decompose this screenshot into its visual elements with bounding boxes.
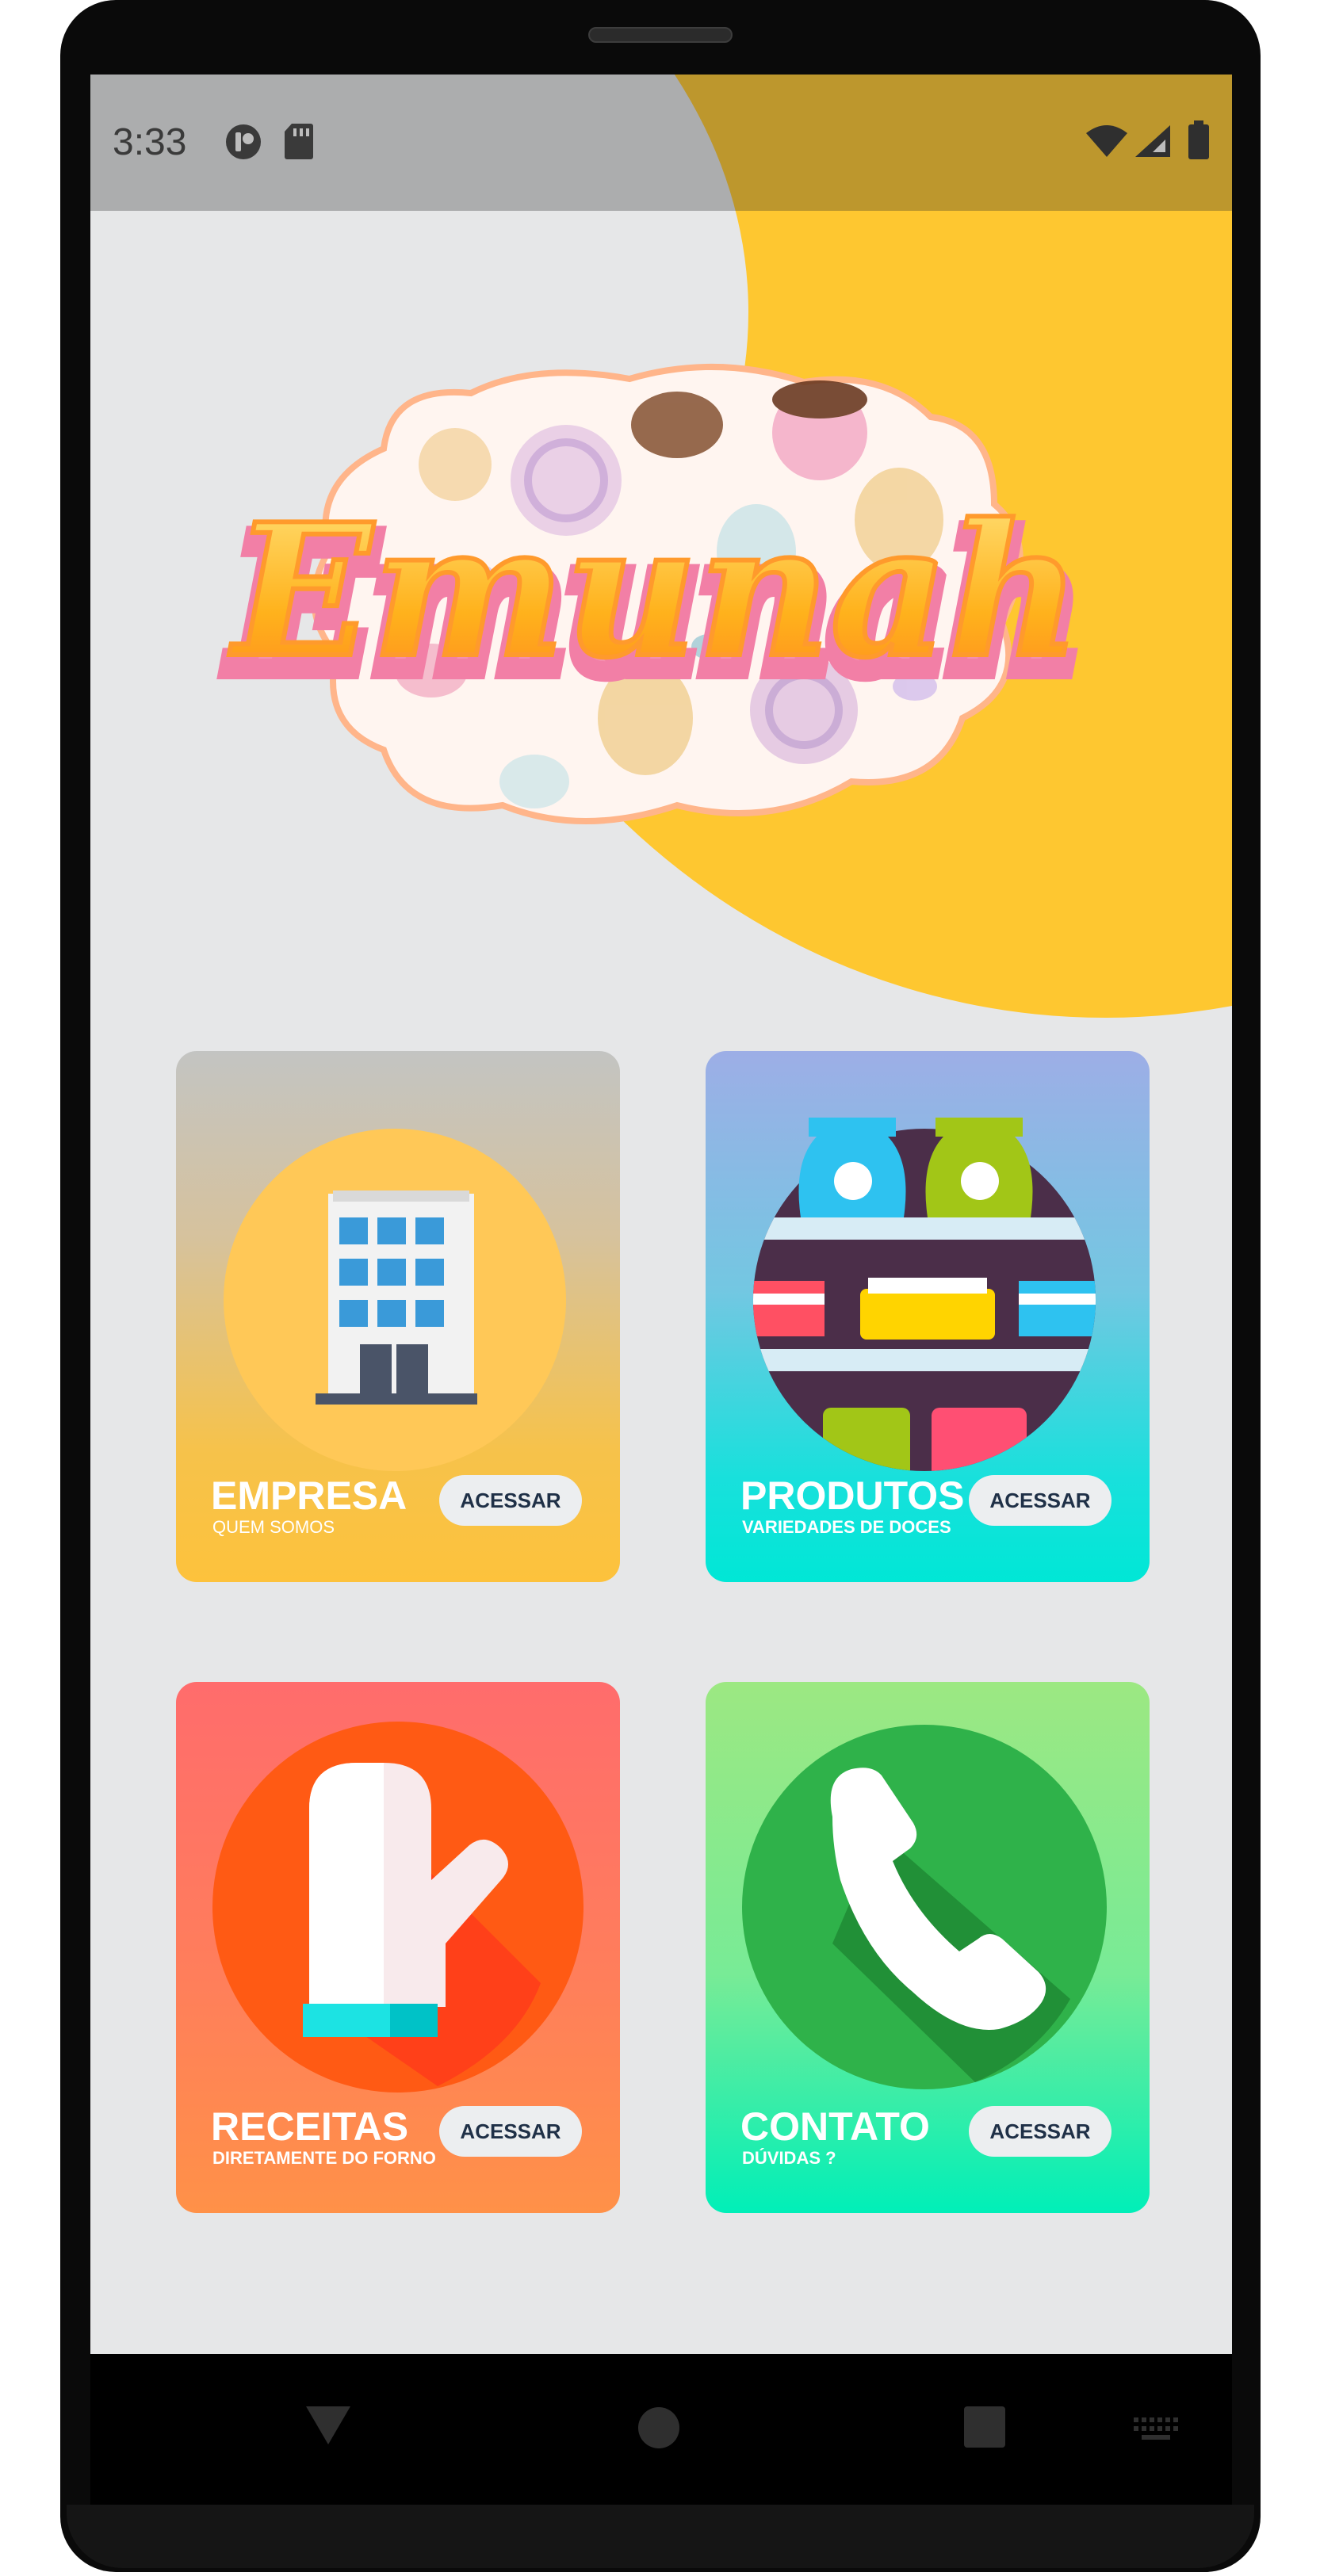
acessar-button[interactable]: ACESSAR (439, 2106, 582, 2157)
card-subtitle: DÚVIDAS ? (742, 2148, 836, 2168)
acessar-button[interactable]: ACESSAR (969, 2106, 1111, 2157)
card-empresa[interactable]: EMPRESA QUEM SOMOS ACESSAR (176, 1051, 620, 1582)
sd-card-icon (284, 122, 314, 164)
card-contato[interactable]: CONTATO DÚVIDAS ? ACESSAR (706, 1682, 1150, 2213)
signal-icon (1134, 124, 1172, 162)
logo-text: Emunah (228, 484, 1081, 698)
battery-icon (1188, 120, 1210, 164)
card-subtitle: DIRETAMENTE DO FORNO (212, 2148, 436, 2168)
card-title: RECEITAS (211, 2104, 409, 2149)
card-subtitle: QUEM SOMOS (212, 1517, 335, 1537)
card-produtos[interactable]: PRODUTOS VARIEDADES DE DOCES ACESSAR (706, 1051, 1150, 1582)
oven-mitt-icon (176, 1682, 620, 2126)
recents-icon[interactable] (964, 2406, 1005, 2452)
phone-frame: 3:33 Emunah Emunah EMPRESA QUEM SOMOS AC… (60, 0, 1261, 2576)
shelf-icon (706, 1051, 1150, 1495)
phone-bottom-edge (67, 2505, 1254, 2568)
card-title: EMPRESA (211, 1473, 407, 1518)
acessar-button[interactable]: ACESSAR (439, 1475, 582, 1526)
status-time: 3:33 (113, 121, 187, 163)
phone-icon (706, 1682, 1150, 2126)
status-bar: 3:33 (90, 75, 1232, 211)
speaker-grille (588, 27, 733, 43)
keyboard-icon[interactable] (1134, 2417, 1180, 2445)
notification-app-icon (224, 122, 263, 166)
emunah-logo: Emunah Emunah (201, 306, 1121, 900)
home-icon[interactable] (637, 2406, 680, 2453)
app-screen: 3:33 Emunah Emunah EMPRESA QUEM SOMOS AC… (90, 75, 1232, 2354)
card-title: CONTATO (740, 2104, 930, 2149)
card-subtitle: VARIEDADES DE DOCES (742, 1517, 951, 1537)
card-receitas[interactable]: RECEITAS DIRETAMENTE DO FORNO ACESSAR (176, 1682, 620, 2213)
back-icon[interactable] (304, 2403, 352, 2450)
wifi-icon (1085, 124, 1129, 162)
acessar-button[interactable]: ACESSAR (969, 1475, 1111, 1526)
card-title: PRODUTOS (740, 1473, 965, 1518)
navigation-bar (90, 2354, 1232, 2505)
building-icon (176, 1051, 620, 1495)
